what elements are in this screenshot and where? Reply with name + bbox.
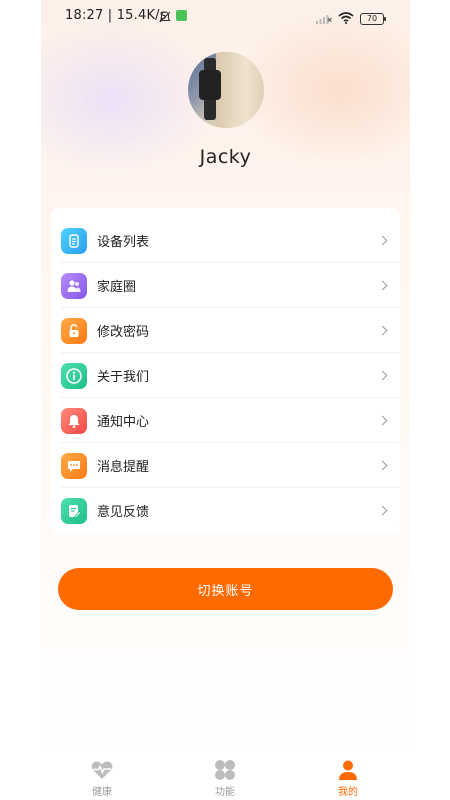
tab-label: 健康 xyxy=(92,787,112,798)
avatar[interactable] xyxy=(188,52,264,128)
chevron-right-icon xyxy=(377,505,388,516)
tab-label: 功能 xyxy=(215,787,235,798)
menu-item-change-password[interactable]: 修改密码 xyxy=(51,308,400,353)
tab-label: 我的 xyxy=(338,787,358,798)
person-icon xyxy=(336,758,360,782)
chevron-right-icon xyxy=(377,460,388,471)
menu-item-family-circle[interactable]: 家庭圈 xyxy=(51,263,400,308)
bottom-tab-bar: 健康 功能 我的 xyxy=(0,750,450,800)
switch-account-button[interactable]: 切换账号 xyxy=(58,568,393,610)
settings-menu: 设备列表 家庭圈 修改密码 关于我们 通知中心 消息提醒 意见反馈 xyxy=(51,208,400,534)
watch-icon xyxy=(61,227,87,254)
menu-item-message-reminder[interactable]: 消息提醒 xyxy=(51,443,400,488)
menu-label: 设备列表 xyxy=(97,235,150,250)
menu-item-about-us[interactable]: 关于我们 xyxy=(51,353,400,398)
feedback-icon xyxy=(61,497,87,524)
avatar-watch xyxy=(199,70,221,100)
battery-icon: 70 xyxy=(360,12,386,25)
username: Jacky xyxy=(199,146,252,168)
signal-icon xyxy=(316,9,332,28)
menu-item-feedback[interactable]: 意见反馈 xyxy=(51,488,400,533)
menu-item-notification-center[interactable]: 通知中心 xyxy=(51,398,400,443)
info-icon xyxy=(61,362,87,389)
status-bar: 18:27 | 15.4K/s 70 xyxy=(41,0,410,32)
tab-health[interactable]: 健康 xyxy=(52,750,152,800)
heart-pulse-icon xyxy=(90,758,114,782)
lock-icon xyxy=(61,317,87,344)
family-icon xyxy=(61,272,87,299)
menu-label: 意见反馈 xyxy=(97,505,150,520)
profile-screen: 18:27 | 15.4K/s 70 Jacky 设备列表 家庭圈 修改密码 关… xyxy=(41,0,410,800)
chevron-right-icon xyxy=(377,370,388,381)
app-notification-icon xyxy=(176,10,187,21)
menu-label: 修改密码 xyxy=(97,325,150,340)
menu-label: 通知中心 xyxy=(97,415,150,430)
avatar-background xyxy=(216,52,264,128)
status-indicators: 70 xyxy=(316,9,386,28)
chevron-right-icon xyxy=(377,415,388,426)
wifi-icon xyxy=(338,9,354,28)
menu-item-device-list[interactable]: 设备列表 xyxy=(51,218,400,263)
chevron-right-icon xyxy=(377,325,388,336)
chevron-right-icon xyxy=(377,235,388,246)
menu-label: 消息提醒 xyxy=(97,460,150,475)
tab-functions[interactable]: 功能 xyxy=(175,750,275,800)
message-icon xyxy=(61,452,87,479)
menu-label: 家庭圈 xyxy=(97,280,137,295)
grid-icon xyxy=(213,758,237,782)
mute-icon xyxy=(158,9,172,28)
tab-mine[interactable]: 我的 xyxy=(298,750,398,800)
chevron-right-icon xyxy=(377,280,388,291)
menu-label: 关于我们 xyxy=(97,370,150,385)
bell-icon xyxy=(61,407,87,434)
status-time: 18:27 | 15.4K/s xyxy=(65,8,167,23)
